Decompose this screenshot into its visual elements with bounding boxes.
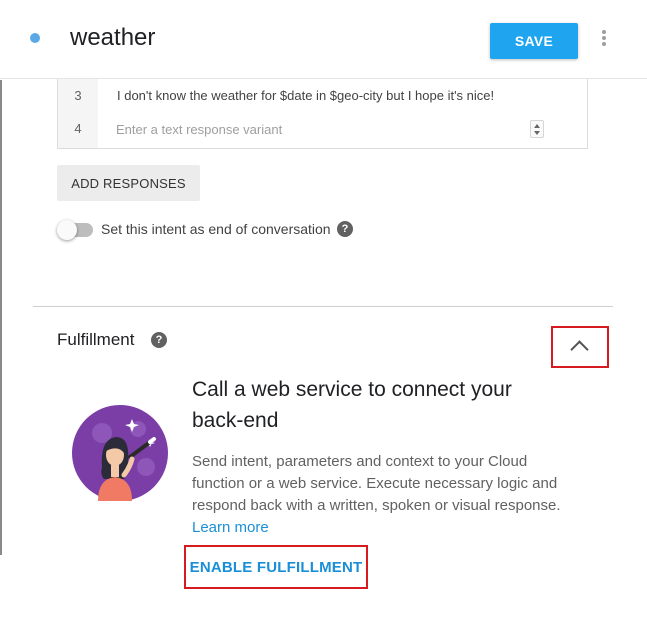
fulfillment-description-text: Send intent, parameters and context to y… (192, 453, 561, 514)
response-text-variant[interactable]: I don't know the weather for $date in $g… (117, 88, 494, 103)
chevron-up-icon (570, 340, 589, 359)
collapse-fulfillment-button[interactable] (551, 326, 609, 368)
end-conversation-toggle[interactable] (57, 220, 93, 240)
help-icon[interactable]: ? (151, 332, 167, 348)
add-responses-button[interactable]: ADD RESPONSES (57, 165, 200, 201)
save-button[interactable]: SAVE (490, 23, 578, 59)
intent-status-dot (30, 33, 40, 43)
responses-table: 3 I don't know the weather for $date in … (57, 79, 588, 149)
learn-more-link[interactable]: Learn more (192, 519, 269, 536)
fulfillment-title: Fulfillment (57, 330, 135, 349)
fulfillment-illustration (72, 405, 168, 501)
enable-fulfillment-button[interactable]: ENABLE FULFILLMENT (184, 545, 368, 589)
stepper-down-icon[interactable] (534, 131, 540, 135)
fulfillment-heading: Call a web service to connect your back-… (192, 378, 512, 432)
response-variant-input[interactable] (116, 117, 526, 141)
toggle-knob (57, 220, 77, 240)
section-divider (33, 306, 613, 307)
fulfillment-description: Send intent, parameters and context to y… (192, 451, 562, 539)
intent-header: weather SAVE (0, 0, 647, 79)
end-conversation-label: Set this intent as end of conversation (101, 221, 331, 237)
response-row-number: 3 (74, 88, 82, 103)
more-vert-icon[interactable] (597, 30, 611, 48)
help-icon[interactable]: ? (337, 221, 353, 237)
resize-stepper-icon[interactable] (530, 120, 544, 138)
response-row-number: 4 (74, 121, 82, 136)
page-edge-rule (0, 80, 2, 555)
stepper-up-icon[interactable] (534, 124, 540, 128)
intent-title: weather (70, 24, 156, 51)
